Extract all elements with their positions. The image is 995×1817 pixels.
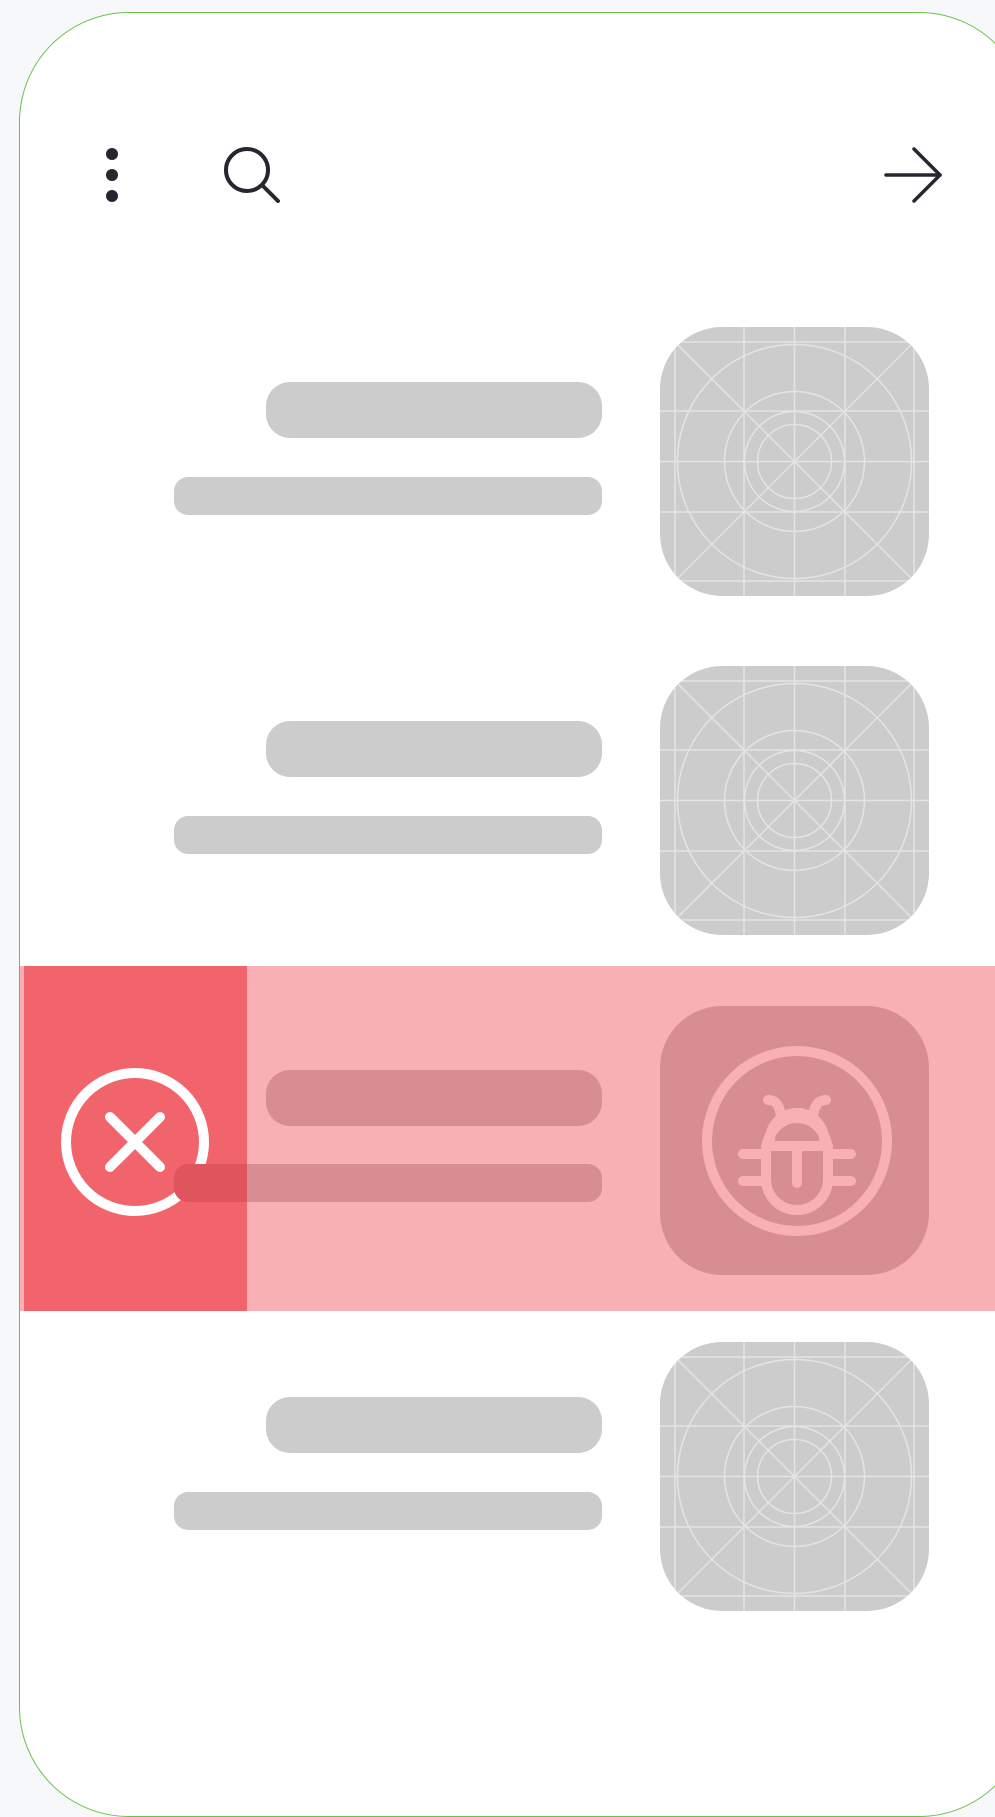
search-icon[interactable] [220,143,284,207]
thumbnail [660,1006,929,1275]
thumbnail [660,327,929,596]
list-item[interactable] [20,313,995,658]
close-circle-icon [61,1068,209,1216]
bug-icon [702,1046,892,1236]
subtitle-placeholder [174,477,602,515]
delete-button[interactable] [24,966,247,1311]
image-placeholder-icon [660,666,929,935]
list-item-swiped[interactable] [20,966,995,1311]
arrow-right-icon[interactable] [880,143,950,207]
subtitle-placeholder [174,1492,602,1530]
subtitle-placeholder [174,816,602,854]
subtitle-placeholder [174,1164,602,1202]
phone-frame [19,12,995,1817]
list-item[interactable] [20,651,995,996]
title-placeholder [266,382,602,438]
more-vertical-icon[interactable] [90,143,134,207]
title-placeholder [266,1397,602,1453]
image-placeholder-icon [660,327,929,596]
title-placeholder [266,721,602,777]
thumbnail [660,666,929,935]
title-placeholder [266,1070,602,1126]
thumbnail [660,1342,929,1611]
list-item[interactable] [20,1328,995,1673]
image-placeholder-icon [660,1342,929,1611]
